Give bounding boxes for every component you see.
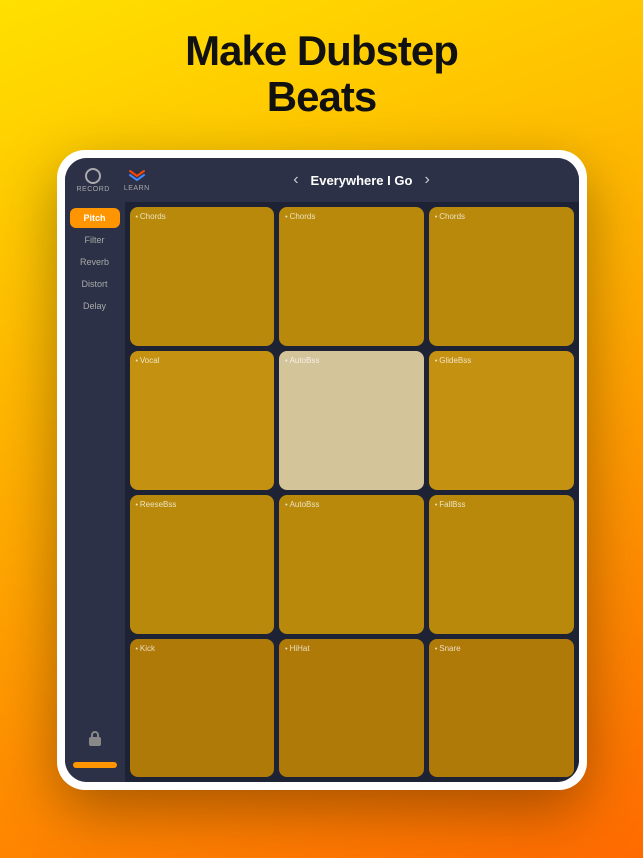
pad-label: Chords (285, 212, 315, 221)
headline: Make Dubstep Beats (185, 28, 458, 120)
pad-grid: Chords Chords Chords Vocal AutoBss Glide… (125, 202, 579, 782)
pad-autobss-2[interactable]: AutoBss (279, 495, 424, 634)
record-circle-icon (85, 168, 101, 184)
pad-hihat[interactable]: HiHat (279, 639, 424, 778)
pad-reesebss[interactable]: ReeseBss (130, 495, 275, 634)
song-title: Everywhere I Go (311, 173, 413, 188)
lock-icon (86, 729, 104, 752)
pad-label: ReeseBss (136, 500, 177, 509)
pad-chords-1[interactable]: Chords (130, 207, 275, 346)
pad-chords-2[interactable]: Chords (279, 207, 424, 346)
pad-kick[interactable]: Kick (130, 639, 275, 778)
sidebar-item-delay[interactable]: Delay (70, 296, 120, 316)
learn-button[interactable]: LEARN (124, 169, 150, 192)
pad-label: AutoBss (285, 356, 319, 365)
sidebar-item-pitch[interactable]: Pitch (70, 208, 120, 228)
sidebar-item-distort[interactable]: Distort (70, 274, 120, 294)
learn-icon (128, 169, 146, 183)
pad-autobss-active[interactable]: AutoBss (279, 351, 424, 490)
sidebar-item-reverb[interactable]: Reverb (70, 252, 120, 272)
device-wrapper: RECORD LEARN ‹ Everywhere I Go › (57, 150, 587, 790)
record-label: RECORD (77, 186, 110, 193)
pad-label: HiHat (285, 644, 309, 653)
sidebar: Pitch Filter Reverb Distort Delay (65, 202, 125, 782)
pad-vocal[interactable]: Vocal (130, 351, 275, 490)
pad-label: Vocal (136, 356, 160, 365)
pad-label: AutoBss (285, 500, 319, 509)
pad-fallbss[interactable]: FallBss (429, 495, 574, 634)
pad-label: Snare (435, 644, 461, 653)
pad-glidebss[interactable]: GlideBss (429, 351, 574, 490)
pad-label: FallBss (435, 500, 466, 509)
pad-snare[interactable]: Snare (429, 639, 574, 778)
pad-label: Kick (136, 644, 156, 653)
device-inner: RECORD LEARN ‹ Everywhere I Go › (65, 158, 579, 782)
headline-line2: Beats (185, 74, 458, 120)
next-arrow[interactable]: › (424, 171, 429, 189)
prev-arrow[interactable]: ‹ (293, 171, 298, 189)
pad-chords-3[interactable]: Chords (429, 207, 574, 346)
learn-label: LEARN (124, 185, 150, 192)
record-button[interactable]: RECORD (77, 168, 110, 193)
top-bar: RECORD LEARN ‹ Everywhere I Go › (65, 158, 579, 202)
headline-line1: Make Dubstep (185, 28, 458, 74)
pad-label: GlideBss (435, 356, 471, 365)
pad-label: Chords (435, 212, 465, 221)
orange-bar (73, 762, 117, 768)
sidebar-item-filter[interactable]: Filter (70, 230, 120, 250)
pad-label: Chords (136, 212, 166, 221)
